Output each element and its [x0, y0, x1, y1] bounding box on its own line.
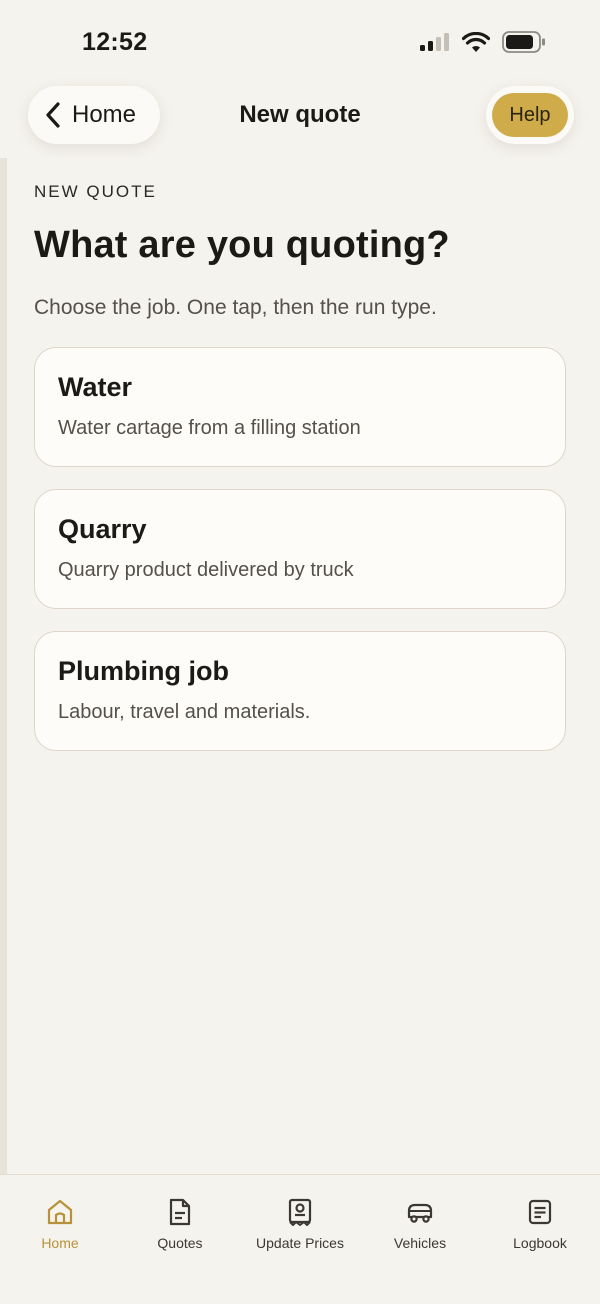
home-icon: [47, 1199, 73, 1225]
tab-label: Vehicles: [393, 1235, 447, 1251]
tab-label: Quotes: [157, 1235, 203, 1251]
tab-label: Home: [41, 1235, 79, 1251]
battery-icon: [502, 31, 545, 53]
wifi-icon: [462, 31, 490, 52]
option-card-quarry[interactable]: Quarry Quarry product delivered by truck: [34, 489, 566, 609]
tab-vehicles[interactable]: Vehicles: [360, 1197, 480, 1251]
tab-label: Logbook: [513, 1235, 567, 1251]
top-bar: 12:52 Home New quote Help: [0, 0, 600, 158]
logbook-icon: [528, 1199, 552, 1225]
vehicle-icon: [407, 1203, 433, 1223]
status-icons: [420, 31, 546, 53]
tab-bar: Home Quotes Update Prices Vehicles Logbo…: [0, 1174, 600, 1304]
option-title: Plumbing job: [58, 656, 229, 686]
document-icon: [169, 1198, 191, 1226]
signal-icon: [420, 33, 449, 51]
receipt-icon: [288, 1198, 312, 1226]
help-button[interactable]: Help: [492, 93, 568, 137]
tab-logbook[interactable]: Logbook: [480, 1197, 600, 1251]
help-button-container: Help: [486, 86, 574, 144]
option-description: Labour, travel and materials.: [58, 701, 311, 723]
option-card-plumbing[interactable]: Plumbing job Labour, travel and material…: [34, 631, 566, 751]
tab-update-prices[interactable]: Update Prices: [240, 1197, 360, 1251]
section-heading: What are you quoting?: [34, 224, 450, 266]
tab-quotes[interactable]: Quotes: [120, 1197, 240, 1251]
option-description: Water cartage from a filling station: [58, 417, 361, 439]
option-title: Quarry: [58, 514, 147, 544]
section-subtitle: Choose the job. One tap, then the run ty…: [34, 296, 437, 319]
option-title: Water: [58, 372, 133, 402]
option-card-water[interactable]: Water Water cartage from a filling stati…: [34, 347, 566, 467]
option-description: Quarry product delivered by truck: [58, 559, 354, 581]
section-eyebrow: NEW QUOTE: [34, 182, 157, 201]
tab-label: Update Prices: [256, 1235, 344, 1251]
tab-home[interactable]: Home: [0, 1197, 120, 1251]
main-content: NEW QUOTE What are you quoting? Choose t…: [7, 158, 600, 1174]
screen: 12:52 Home New quote Help NEW QUOTE What…: [0, 0, 600, 1304]
status-time: 12:52: [82, 28, 148, 56]
